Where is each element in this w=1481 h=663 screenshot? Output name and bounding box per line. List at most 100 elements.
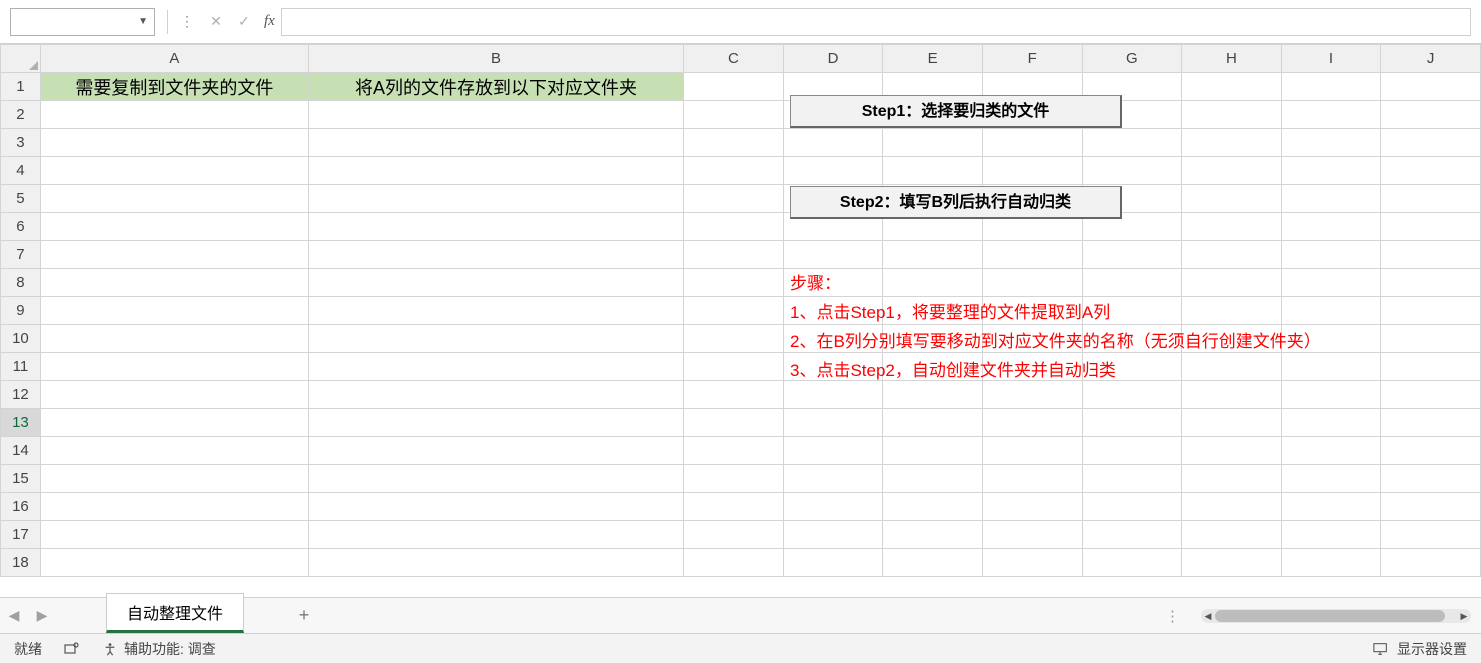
cell[interactable]	[982, 521, 1082, 549]
cell[interactable]	[308, 269, 683, 297]
cell[interactable]	[684, 381, 784, 409]
cell[interactable]	[1182, 241, 1282, 269]
row-header[interactable]: 1	[1, 73, 41, 101]
step1-button[interactable]: Step1：选择要归类的文件	[790, 95, 1122, 128]
name-box[interactable]: ▼	[10, 8, 155, 36]
cell[interactable]	[308, 157, 683, 185]
cell[interactable]	[308, 521, 683, 549]
cell[interactable]	[40, 129, 308, 157]
cell[interactable]	[40, 101, 308, 129]
cell[interactable]	[1082, 409, 1182, 437]
cell[interactable]	[1281, 549, 1381, 577]
row-header[interactable]: 6	[1, 213, 41, 241]
cancel-icon[interactable]: ✕	[204, 10, 228, 34]
cell[interactable]	[1182, 381, 1282, 409]
cell[interactable]	[1281, 157, 1381, 185]
cell[interactable]	[308, 381, 683, 409]
cell[interactable]	[783, 241, 883, 269]
cell[interactable]	[883, 157, 983, 185]
cell[interactable]	[684, 353, 784, 381]
row-header[interactable]: 17	[1, 521, 41, 549]
scroll-thumb[interactable]	[1215, 610, 1445, 622]
cell[interactable]	[1281, 73, 1381, 101]
cell[interactable]	[684, 101, 784, 129]
cell[interactable]	[684, 241, 784, 269]
row-header[interactable]: 15	[1, 465, 41, 493]
tab-next-icon[interactable]: ▶	[28, 607, 56, 624]
cell[interactable]	[1082, 437, 1182, 465]
cell[interactable]	[883, 129, 983, 157]
cell[interactable]	[684, 465, 784, 493]
row-header[interactable]: 3	[1, 129, 41, 157]
cell[interactable]	[40, 493, 308, 521]
cell[interactable]	[1381, 549, 1481, 577]
add-sheet-button[interactable]: +	[284, 605, 324, 626]
cell[interactable]: 需要复制到文件夹的文件	[40, 73, 308, 101]
cell[interactable]	[1082, 241, 1182, 269]
cell[interactable]	[982, 241, 1082, 269]
cell[interactable]	[40, 185, 308, 213]
cell[interactable]	[684, 549, 784, 577]
macro-record-icon[interactable]	[64, 642, 80, 656]
cell[interactable]	[982, 465, 1082, 493]
cell[interactable]	[684, 73, 784, 101]
cell[interactable]	[1182, 101, 1282, 129]
cell[interactable]	[1381, 101, 1481, 129]
cell[interactable]	[1381, 493, 1481, 521]
row-header[interactable]: 12	[1, 381, 41, 409]
cell[interactable]	[40, 325, 308, 353]
formula-input[interactable]	[281, 8, 1471, 36]
tab-prev-icon[interactable]: ◀	[0, 607, 28, 624]
cell[interactable]	[684, 521, 784, 549]
cell[interactable]	[308, 185, 683, 213]
cell[interactable]	[883, 269, 983, 297]
column-header[interactable]: G	[1082, 45, 1182, 73]
scroll-right-icon[interactable]: ▶	[1457, 609, 1471, 623]
cell[interactable]	[1281, 213, 1381, 241]
cell[interactable]	[982, 157, 1082, 185]
cell[interactable]	[684, 157, 784, 185]
cell[interactable]	[883, 437, 983, 465]
cell[interactable]	[1381, 381, 1481, 409]
cell[interactable]	[1082, 269, 1182, 297]
cell[interactable]	[982, 269, 1082, 297]
cell[interactable]: 将A列的文件存放到以下对应文件夹	[308, 73, 683, 101]
cell[interactable]	[982, 409, 1082, 437]
cell[interactable]	[40, 157, 308, 185]
cell[interactable]	[1281, 381, 1381, 409]
cell[interactable]	[1082, 549, 1182, 577]
cell[interactable]	[40, 549, 308, 577]
cell[interactable]	[1381, 73, 1481, 101]
cell[interactable]	[883, 465, 983, 493]
display-settings-button[interactable]: 显示器设置	[1373, 639, 1467, 659]
cell[interactable]	[1182, 269, 1282, 297]
cell[interactable]	[982, 549, 1082, 577]
column-header[interactable]: E	[883, 45, 983, 73]
cell[interactable]	[40, 241, 308, 269]
cell[interactable]	[1182, 437, 1282, 465]
cell[interactable]	[883, 409, 983, 437]
column-header[interactable]: H	[1182, 45, 1282, 73]
cell[interactable]	[1381, 465, 1481, 493]
cell[interactable]	[1182, 157, 1282, 185]
cell[interactable]	[1281, 409, 1381, 437]
cell[interactable]	[308, 129, 683, 157]
cell[interactable]	[40, 437, 308, 465]
cell[interactable]	[1281, 521, 1381, 549]
cell[interactable]	[1381, 409, 1481, 437]
cell[interactable]	[1182, 409, 1282, 437]
cell[interactable]	[982, 493, 1082, 521]
cell[interactable]	[308, 353, 683, 381]
check-icon[interactable]: ✓	[232, 10, 256, 34]
row-header[interactable]: 8	[1, 269, 41, 297]
cell[interactable]	[308, 549, 683, 577]
cell[interactable]	[40, 409, 308, 437]
cell[interactable]	[1281, 101, 1381, 129]
cell[interactable]	[1182, 521, 1282, 549]
row-header[interactable]: 7	[1, 241, 41, 269]
sheet-tab-active[interactable]: 自动整理文件	[106, 593, 244, 633]
cell[interactable]	[308, 325, 683, 353]
horizontal-scrollbar[interactable]: ◀ ▶	[1201, 609, 1471, 623]
cell[interactable]	[308, 213, 683, 241]
cell[interactable]	[883, 493, 983, 521]
